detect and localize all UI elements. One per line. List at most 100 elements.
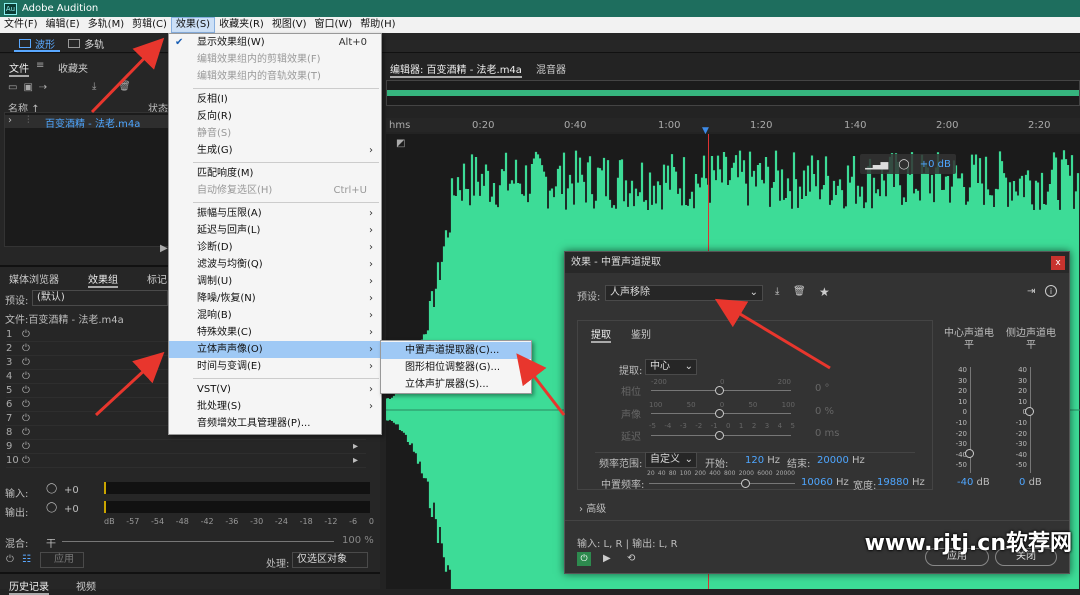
tab-media-browser[interactable]: 媒体浏览器 xyxy=(9,271,59,286)
submenu-stereo-expander[interactable]: 立体声扩展器(S)... xyxy=(381,376,531,393)
power-icon: ⏻ xyxy=(22,343,38,354)
delay-scale: -5-4-3-2-1012345 xyxy=(649,422,795,430)
tab-files[interactable]: 文件 xyxy=(9,60,29,77)
freq-range-dropdown[interactable]: 自定义⌄ xyxy=(645,452,697,468)
menu-item-vst[interactable]: VST(V)› xyxy=(169,381,381,398)
folder-icon[interactable]: ▣ xyxy=(23,82,38,93)
loop-icon[interactable]: ⟲ xyxy=(627,553,635,564)
menu-effects[interactable]: 效果(S) xyxy=(171,17,215,33)
tab-editor[interactable]: 编辑器: 百变酒精 - 法老.m4a xyxy=(390,61,522,78)
menu-item-invert[interactable]: 反相(I) xyxy=(169,91,381,108)
routing-icon[interactable]: ⇥ xyxy=(1027,286,1035,297)
save-preset-icon[interactable]: ⤓ xyxy=(775,286,779,297)
tab-effects-rack[interactable]: 效果组 xyxy=(88,271,118,288)
submenu-graphic-phase-shifter[interactable]: 图形相位调整器(G)... xyxy=(381,359,531,376)
preset-dropdown[interactable]: (默认) xyxy=(32,290,168,306)
menu-view[interactable]: 视图(V) xyxy=(268,17,311,33)
pan-knob[interactable] xyxy=(715,409,724,418)
side-level-knob[interactable] xyxy=(1025,407,1034,416)
menu-item-noise-reduction[interactable]: 降噪/恢复(N)› xyxy=(169,290,381,307)
menu-item-edit-track[interactable]: 编辑效果组内的音轨效果(T) xyxy=(169,68,381,85)
delay-knob[interactable] xyxy=(715,431,724,440)
menu-item-amplitude[interactable]: 振幅与压限(A)› xyxy=(169,205,381,222)
center-freq-knob[interactable] xyxy=(741,479,750,488)
preview-play-icon[interactable]: ▶ xyxy=(603,553,611,564)
mix-slider[interactable] xyxy=(62,541,334,542)
waveform-overview[interactable] xyxy=(386,80,1080,106)
phase-knob[interactable] xyxy=(715,386,724,395)
menu-item-filter-eq[interactable]: 滤波与均衡(Q)› xyxy=(169,256,381,273)
chevron-right-icon: › xyxy=(369,398,373,415)
menu-file[interactable]: 文件(F) xyxy=(0,17,42,33)
hud-volume[interactable]: ▁▃▅◯+0 dB xyxy=(860,154,956,174)
tab-video[interactable]: 视频 xyxy=(76,578,96,593)
tab-favorites[interactable]: 收藏夹 xyxy=(58,60,88,75)
menu-help[interactable]: 帮助(H) xyxy=(356,17,399,33)
waveform-view-button[interactable]: 波形 xyxy=(14,36,60,52)
end-value-group[interactable]: 20000 Hz xyxy=(817,455,865,466)
menu-item-match-loudness[interactable]: 匹配响度(M) xyxy=(169,165,381,182)
menu-item-time-pitch[interactable]: 时间与变调(E)› xyxy=(169,358,381,375)
multitrack-view-button[interactable]: 多轨 xyxy=(63,35,109,51)
tab-history[interactable]: 历史记录 xyxy=(9,578,49,595)
menu-favorites[interactable]: 收藏夹(R) xyxy=(215,17,268,33)
menu-item-reverse[interactable]: 反向(R) xyxy=(169,108,381,125)
start-value-group[interactable]: 120 Hz xyxy=(745,455,780,466)
menu-item-delay[interactable]: 延迟与回声(L)› xyxy=(169,222,381,239)
center-freq-value-group[interactable]: 10060 Hz xyxy=(801,477,849,488)
menu-window[interactable]: 窗口(W) xyxy=(311,17,357,33)
menu-item-edit-clip[interactable]: 编辑效果组内的剪辑效果(F) xyxy=(169,51,381,68)
audio-file-icon: ⫶ xyxy=(27,115,30,126)
center-level-knob[interactable] xyxy=(965,449,974,458)
menu-item-auto-heal[interactable]: 自动修复选区(H)Ctrl+U xyxy=(169,182,381,199)
open-file-icon[interactable]: ▭ xyxy=(8,82,23,93)
star-icon[interactable]: ★ xyxy=(819,285,830,299)
time-ruler[interactable]: hms 0:20 0:40 1:00 1:20 1:40 2:00 2:20 ▼ xyxy=(386,118,1080,132)
menu-multitrack[interactable]: 多轨(M) xyxy=(84,17,128,33)
menu-item-modulation[interactable]: 调制(U)› xyxy=(169,273,381,290)
menu-clip[interactable]: 剪辑(C) xyxy=(128,17,171,33)
input-knob-icon[interactable]: ◯ xyxy=(46,483,57,494)
play-icon[interactable]: ▶ xyxy=(160,243,168,254)
apply-button[interactable]: 应用 xyxy=(40,552,84,568)
process-dropdown[interactable]: 仅选区对象 xyxy=(292,552,368,568)
menu-edit[interactable]: 编辑(E) xyxy=(42,17,84,33)
menu-item-reverb[interactable]: 混响(B)› xyxy=(169,307,381,324)
menu-item-diagnostics[interactable]: 诊断(D)› xyxy=(169,239,381,256)
advanced-toggle[interactable]: › 高级 xyxy=(579,500,606,515)
power-icon[interactable]: ⏻ xyxy=(577,552,591,566)
center-freq-slider[interactable] xyxy=(649,483,795,484)
import-icon[interactable]: ⇢ xyxy=(39,82,53,93)
save-icon[interactable]: ⤓ xyxy=(92,81,96,92)
chevron-right-icon: › xyxy=(369,205,373,222)
info-icon[interactable]: i xyxy=(1045,285,1057,297)
menu-item-silence[interactable]: 静音(S) xyxy=(169,125,381,142)
output-knob-icon[interactable]: ◯ xyxy=(46,502,57,513)
effect-slot[interactable]: 9⏻▸ xyxy=(6,440,366,454)
tab-extract[interactable]: 提取 xyxy=(591,326,611,343)
chevron-right-icon[interactable]: › xyxy=(8,115,12,126)
volume-knob-icon[interactable]: ◯ xyxy=(898,159,909,170)
tab-markers[interactable]: 标记 xyxy=(147,271,167,286)
submenu-center-channel-extractor[interactable]: 中置声道提取器(C)... xyxy=(381,342,531,359)
dialog-preset-dropdown[interactable]: 人声移除⌄ xyxy=(605,285,763,301)
close-icon[interactable]: x xyxy=(1051,256,1065,270)
effect-slot[interactable]: 10⏻▸ xyxy=(6,454,366,468)
menu-item-show-rack[interactable]: ✔显示效果组(W)Alt+0 xyxy=(169,34,381,51)
tab-mixer[interactable]: 混音器 xyxy=(536,61,566,76)
tab-discrimination[interactable]: 鉴别 xyxy=(631,326,651,341)
list-icon[interactable]: ☷ xyxy=(22,554,31,565)
delete-icon[interactable]: 🗑 xyxy=(118,81,131,92)
extract-dropdown[interactable]: 中心⌄ xyxy=(645,359,697,375)
power-icon[interactable]: ⏻ xyxy=(6,554,14,565)
menu-item-special[interactable]: 特殊效果(C)› xyxy=(169,324,381,341)
panel-menu-icon[interactable]: ≡ xyxy=(36,60,44,71)
menu-item-generate[interactable]: 生成(G)› xyxy=(169,142,381,159)
side-level-slider[interactable] xyxy=(1030,367,1031,473)
menu-item-batch[interactable]: 批处理(S)› xyxy=(169,398,381,415)
width-value-group[interactable]: 19880 Hz xyxy=(877,477,925,488)
zoom-corner-icon[interactable]: ◩ xyxy=(396,138,405,149)
delete-preset-icon[interactable]: 🗑 xyxy=(793,286,806,297)
menu-item-plugin-manager[interactable]: 音频增效工具管理器(P)... xyxy=(169,415,381,432)
menu-item-stereo-imagery[interactable]: 立体声声像(O)› xyxy=(169,341,381,358)
